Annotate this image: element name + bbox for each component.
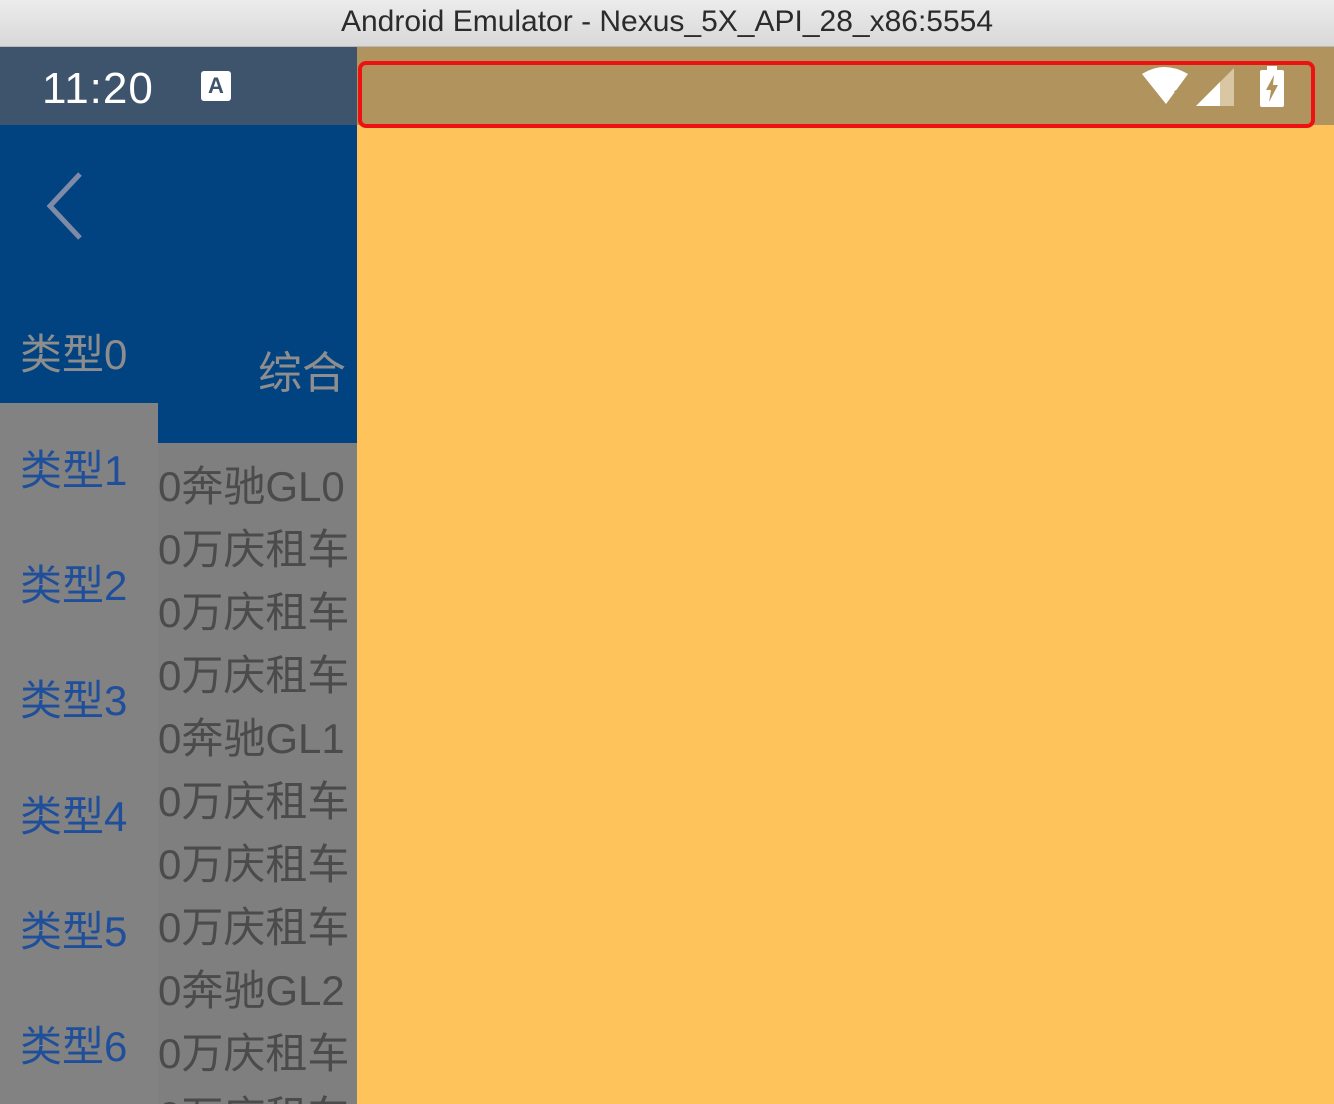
type-item[interactable]: 类型2 xyxy=(20,552,127,613)
list-item[interactable]: 0奔驰GL2 xyxy=(158,957,345,1018)
list-item[interactable]: 0万庆租车 xyxy=(158,579,349,640)
type-item[interactable]: 类型1 xyxy=(20,437,127,498)
type-list: 类型0 类型1 类型2 类型3 类型4 类型5 类型6 xyxy=(0,125,158,1104)
list-item[interactable]: 0万庆租车 xyxy=(158,1020,349,1081)
list-item[interactable]: 0万庆租车 xyxy=(158,768,349,829)
status-bar-highlight-box xyxy=(358,61,1315,128)
list-item[interactable]: 0万庆租车 xyxy=(158,516,349,577)
notification-a-icon: A xyxy=(201,71,231,101)
list-item[interactable]: 0万庆租车 xyxy=(158,894,349,955)
type-item[interactable]: 类型0 xyxy=(20,321,127,382)
app-panel: 类型0 类型1 类型2 类型3 类型4 类型5 类型6 综合 0奔驰GL0 0万… xyxy=(0,125,357,1104)
type-item[interactable]: 类型6 xyxy=(20,1013,127,1074)
list-item[interactable]: 0万庆租车 xyxy=(158,642,349,703)
status-time: 11:20 xyxy=(42,64,154,113)
list-item[interactable]: 0奔驰GL0 xyxy=(158,453,345,514)
window-title: Android Emulator - Nexus_5X_API_28_x86:5… xyxy=(0,0,1334,47)
type-item[interactable]: 类型5 xyxy=(20,898,127,959)
type-item[interactable]: 类型3 xyxy=(20,667,127,728)
type-item[interactable]: 类型4 xyxy=(20,783,127,844)
list-item[interactable]: 0奔驰GL1 xyxy=(158,705,345,766)
list-item[interactable]: 0万庆租车 xyxy=(158,831,349,892)
status-bar: 11:20 A xyxy=(0,47,357,125)
tab-comprehensive[interactable]: 综合 xyxy=(258,337,346,401)
list-item[interactable]: 0万庆租车 xyxy=(158,1083,349,1104)
